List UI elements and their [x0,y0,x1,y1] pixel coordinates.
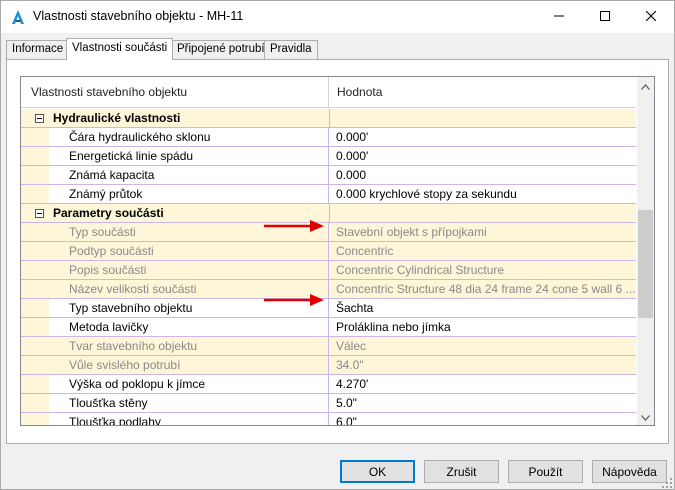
property-value[interactable]: 0.000 [329,166,636,184]
cancel-button[interactable]: Zrušit [424,460,499,483]
scroll-down-button[interactable] [637,408,654,425]
close-button[interactable] [628,1,674,33]
property-row[interactable]: Výška od poklopu k jímce 4.270' [21,375,636,394]
property-row[interactable]: Energetická linie spádu 0.000' [21,147,636,166]
property-row[interactable]: Tvar stavebního objektu Válec [21,337,636,356]
category-row-part-parameters[interactable]: Parametry součásti [21,204,636,223]
vertical-scrollbar[interactable] [637,77,654,425]
tab-informace[interactable]: Informace [6,40,70,59]
property-name: Čára hydraulického sklonu [49,128,329,146]
category-row-hydraulic[interactable]: Hydraulické vlastnosti [21,109,636,128]
property-row[interactable]: Typ stavebního objektu Šachta [21,299,636,318]
property-row[interactable]: Podtyp součásti Concentric [21,242,636,261]
property-row[interactable]: Tloušťka stěny 5.0" [21,394,636,413]
chevron-up-icon [641,79,650,93]
property-row[interactable]: Metoda lavičky Proláklina nebo jímka [21,318,636,337]
property-name: Tloušťka podlahy [49,413,329,425]
property-name: Popis součásti [49,261,329,279]
apply-button[interactable]: Použít [508,460,583,483]
property-value[interactable]: Proláklina nebo jímka [329,318,636,336]
property-row[interactable]: Popis součásti Concentric Cylindrical St… [21,261,636,280]
property-value[interactable]: 6.0" [329,413,636,425]
resize-grip-icon[interactable] [661,477,673,489]
property-name: Známá kapacita [49,166,329,184]
close-icon [645,10,657,24]
minimize-icon [554,10,564,24]
property-value: Válec [329,337,636,355]
collapse-icon[interactable] [35,114,44,123]
tab-pripojene-potrubi[interactable]: Připojené potrubí [171,40,271,59]
property-name: Podtyp součásti [49,242,329,260]
property-value[interactable]: 4.270' [329,375,636,393]
tab-vlastnosti-soucasti[interactable]: Vlastnosti součásti [66,38,174,60]
property-value: Stavební objekt s přípojkami [329,223,636,241]
property-name: Energetická linie spádu [49,147,329,165]
property-row[interactable]: Známá kapacita 0.000 [21,166,636,185]
property-value: 34.0" [329,356,636,374]
red-arrow-icon [264,220,324,232]
autocad-civil-icon [10,8,26,26]
maximize-icon [600,10,610,24]
property-value: Concentric Cylindrical Structure [329,261,636,279]
properties-dialog: Vlastnosti stavebního objektu - MH-11 In… [0,0,675,490]
property-grid: Vlastnosti stavebního objektu Hodnota Hy… [20,76,655,426]
tab-label: Připojené potrubí [177,43,265,55]
property-name: Známý průtok [49,185,329,203]
tab-label: Pravidla [270,43,312,55]
chevron-down-icon [641,410,650,424]
title-bar[interactable]: Vlastnosti stavebního objektu - MH-11 [1,1,674,33]
column-header-value[interactable]: Hodnota [329,77,636,108]
property-name: Metoda lavičky [49,318,329,336]
maximize-button[interactable] [582,1,628,33]
property-value[interactable]: 5.0" [329,394,636,412]
property-name: Tloušťka stěny [49,394,329,412]
help-button[interactable]: Nápověda [592,460,667,483]
property-name: Tvar stavebního objektu [49,337,329,355]
window-title: Vlastnosti stavebního objektu - MH-11 [33,9,244,23]
ok-button[interactable]: OK [340,460,415,483]
red-arrow-icon [264,294,324,306]
scroll-thumb[interactable] [638,210,653,318]
property-row[interactable]: Čára hydraulického sklonu 0.000' [21,128,636,147]
property-row[interactable]: Známý průtok 0.000 krychlové stopy za se… [21,185,636,204]
tab-label: Informace [12,43,64,55]
tab-label: Vlastnosti součásti [72,42,168,54]
property-value: Concentric Structure 48 dia 24 frame 24 … [329,280,636,298]
property-value[interactable]: Šachta [329,299,636,317]
property-value: Concentric [329,242,636,260]
column-header-property[interactable]: Vlastnosti stavebního objektu [21,77,329,108]
property-row[interactable]: Vůle svislého potrubí 34.0" [21,356,636,375]
tab-pravidla[interactable]: Pravidla [264,40,318,59]
property-name: Výška od poklopu k jímce [49,375,329,393]
property-value[interactable]: 0.000' [329,147,636,165]
property-row[interactable]: Tloušťka podlahy 6.0" [21,413,636,425]
category-label: Hydraulické vlastnosti [53,111,181,125]
grid-header: Vlastnosti stavebního objektu Hodnota [21,77,636,108]
property-row[interactable]: Název velikosti součásti Concentric Stru… [21,280,636,299]
minimize-button[interactable] [536,1,582,33]
collapse-icon[interactable] [35,209,44,218]
property-value[interactable]: 0.000' [329,128,636,146]
category-label: Parametry součásti [53,206,164,220]
property-value[interactable]: 0.000 krychlové stopy za sekundu [329,185,636,203]
property-row[interactable]: Typ součásti Stavební objekt s přípojkam… [21,223,636,242]
property-name: Vůle svislého potrubí [49,356,329,374]
scroll-up-button[interactable] [637,77,654,94]
